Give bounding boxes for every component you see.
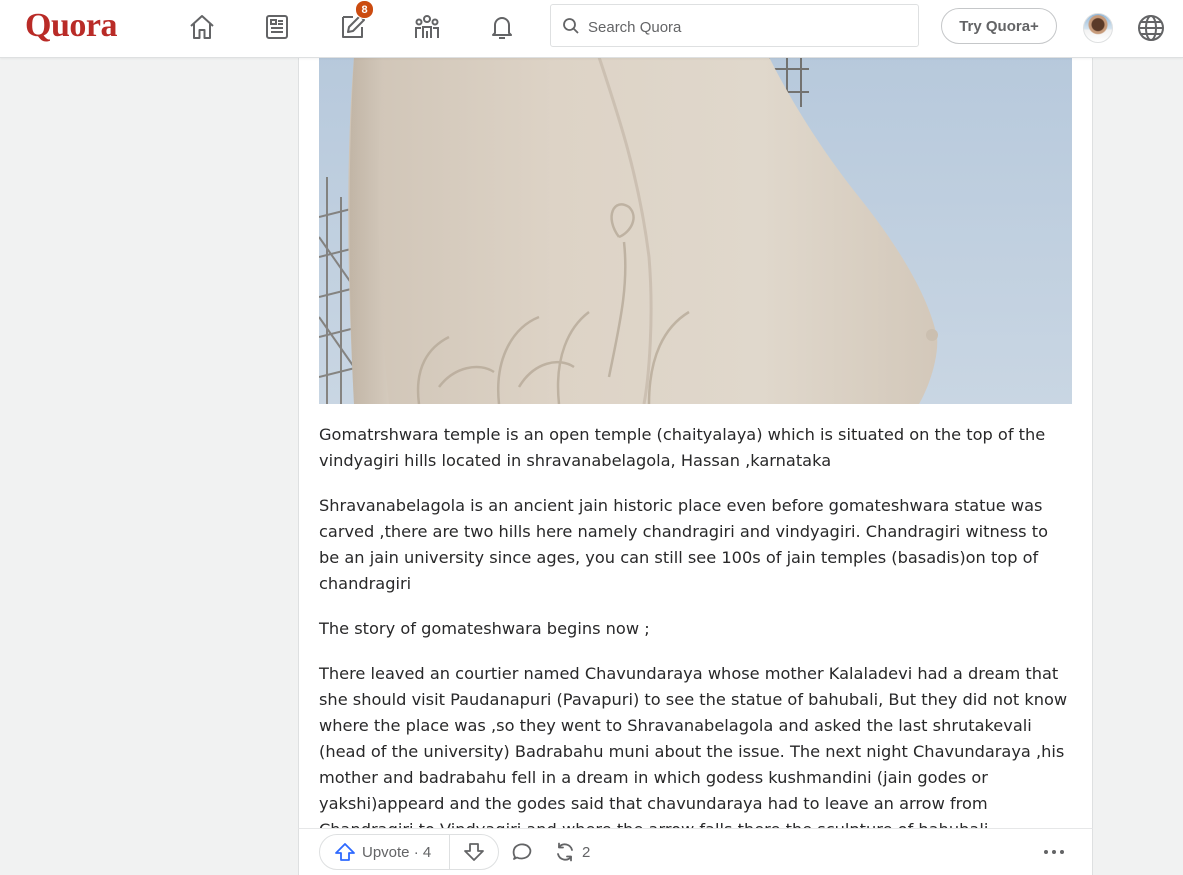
language-button[interactable] (1135, 12, 1167, 44)
home-icon (190, 15, 214, 39)
upvote-label: Upvote · 4 (362, 843, 432, 861)
nav-home[interactable] (182, 9, 222, 45)
nav-answer[interactable]: 8 (333, 0, 374, 45)
search-box[interactable] (550, 4, 919, 47)
comment-icon (512, 843, 532, 860)
answer-text: Gomatrshwara temple is an open temple (c… (319, 422, 1071, 862)
nav-notifications[interactable] (482, 9, 522, 45)
bell-icon (492, 17, 512, 39)
downvote-button[interactable] (450, 835, 498, 869)
following-icon (266, 15, 288, 39)
statue-photo-icon (319, 57, 1072, 404)
quora-logo[interactable]: Quora (25, 7, 117, 45)
answer-paragraph: Shravanabelagola is an ancient jain hist… (319, 496, 1049, 593)
reshare-icon (557, 842, 573, 862)
answer-paragraph: The story of gomateshwara begins now ; (319, 619, 650, 638)
nav-following[interactable] (257, 9, 297, 45)
globe-icon (1138, 15, 1164, 41)
share-count: 2 (582, 843, 591, 861)
nav-spaces[interactable] (407, 9, 447, 45)
vote-group: Upvote · 4 (319, 834, 499, 870)
answer-action-bar: Upvote · 4 2 (298, 828, 1093, 875)
try-quora-plus-button[interactable]: Try Quora+ (941, 8, 1057, 44)
spaces-icon (415, 15, 439, 38)
search-input[interactable] (586, 15, 910, 39)
comment-button[interactable] (511, 838, 533, 866)
notification-badge: 8 (355, 0, 374, 19)
answer-paragraph: There leaved an courtier named Chavundar… (319, 664, 1068, 839)
answer-card: Gomatrshwara temple is an open temple (c… (298, 57, 1093, 875)
more-dots-icon (1044, 850, 1064, 854)
share-button[interactable]: 2 (554, 838, 590, 866)
upvote-arrow-icon (335, 843, 355, 861)
downvote-arrow-icon (464, 843, 484, 861)
upvote-button[interactable]: Upvote · 4 (320, 835, 450, 869)
top-nav-bar: Quora 8 Search Quora Try Quora+ (0, 0, 1183, 58)
more-options-button[interactable] (1039, 838, 1069, 866)
answer-paragraph: Gomatrshwara temple is an open temple (c… (319, 425, 1046, 470)
avatar[interactable] (1083, 13, 1113, 43)
answer-image[interactable] (319, 57, 1072, 404)
search-icon (563, 18, 579, 34)
